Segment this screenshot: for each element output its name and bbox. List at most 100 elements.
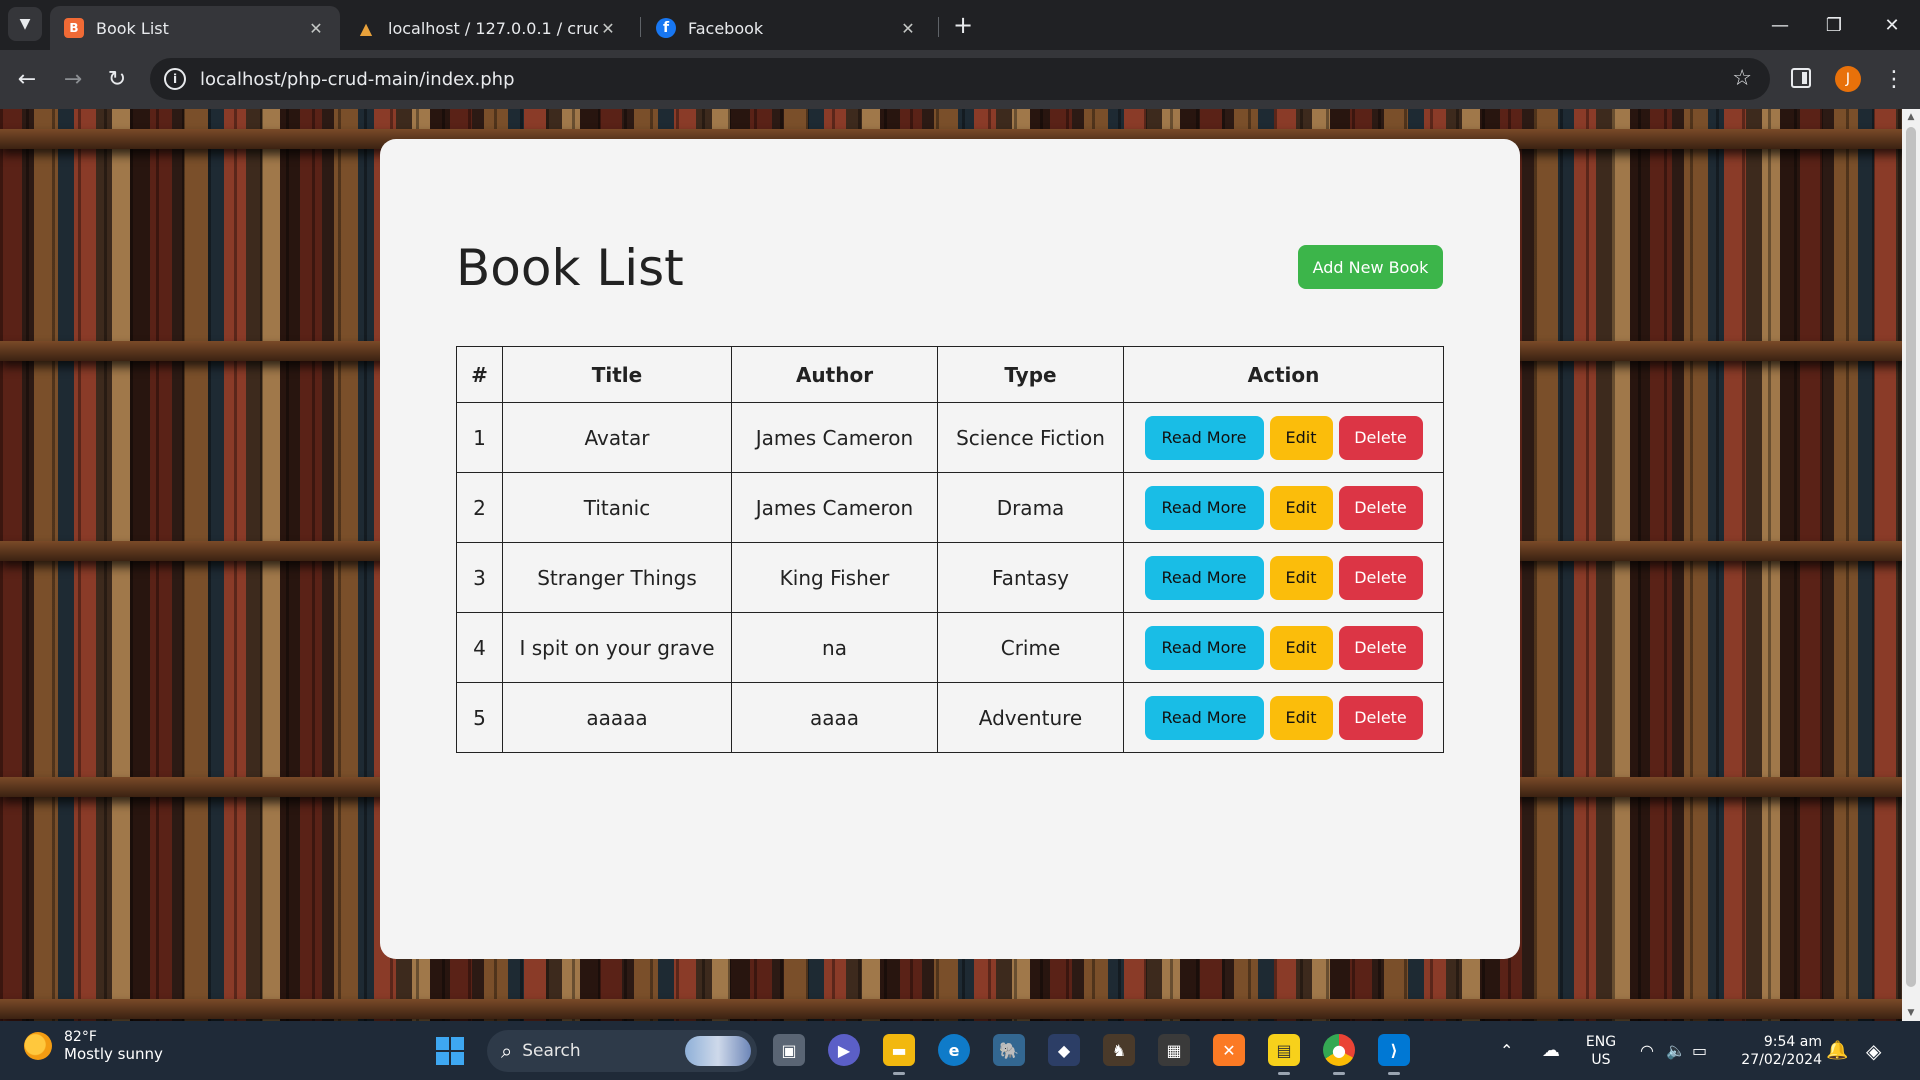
- back-button[interactable]: ←: [10, 62, 44, 96]
- sticky-notes-icon[interactable]: ▤: [1268, 1034, 1300, 1075]
- scroll-up-arrow-icon[interactable]: ▲: [1902, 112, 1920, 122]
- cell-type: Drama: [937, 472, 1124, 543]
- weather-widget[interactable]: 82°F Mostly sunny: [24, 1029, 163, 1063]
- tab-phpmyadmin[interactable]: ▲ localhost / 127.0.0.1 / crud / bo ✕: [342, 6, 632, 50]
- cell-actions: Read More Edit Delete: [1123, 402, 1444, 473]
- more-menu-icon[interactable]: ⋮: [1882, 62, 1906, 96]
- tab-book-list[interactable]: B Book List ✕: [50, 6, 340, 50]
- file-explorer-icon[interactable]: ▬: [883, 1034, 915, 1075]
- cell-title: I spit on your grave: [502, 612, 732, 683]
- delete-button[interactable]: Delete: [1338, 695, 1423, 740]
- search-placeholder: Search: [522, 1041, 581, 1061]
- read-more-button[interactable]: Read More: [1144, 415, 1264, 460]
- close-icon[interactable]: ✕: [898, 19, 918, 38]
- cell-title: Avatar: [502, 402, 732, 473]
- read-more-button[interactable]: Read More: [1144, 555, 1264, 600]
- cell-number: 4: [456, 612, 503, 683]
- notification-bell-icon[interactable]: 🔔: [1826, 1021, 1848, 1080]
- page-viewport: Book List Add New Book # Title Author Ty…: [0, 109, 1920, 1021]
- close-icon[interactable]: ✕: [306, 19, 326, 38]
- grid-app-icon[interactable]: ▦: [1158, 1034, 1190, 1066]
- read-more-button[interactable]: Read More: [1144, 625, 1264, 670]
- tab-facebook[interactable]: f Facebook ✕: [642, 6, 932, 50]
- sun-icon: [24, 1032, 52, 1060]
- edit-button[interactable]: Edit: [1269, 485, 1333, 530]
- search-highlight-art-icon: [685, 1036, 751, 1066]
- reload-button[interactable]: ↻: [100, 62, 134, 96]
- read-more-button[interactable]: Read More: [1144, 695, 1264, 740]
- read-more-button[interactable]: Read More: [1144, 485, 1264, 530]
- vscode-icon[interactable]: ⟩: [1378, 1034, 1410, 1075]
- tab-title: localhost / 127.0.0.1 / crud / bo: [388, 18, 598, 38]
- cell-actions: Read More Edit Delete: [1123, 612, 1444, 683]
- app-icon[interactable]: ◆: [1048, 1034, 1080, 1066]
- minimize-button[interactable]: —: [1752, 0, 1808, 50]
- edge-browser-icon[interactable]: e: [938, 1034, 970, 1066]
- language-indicator[interactable]: ENG US: [1584, 1033, 1618, 1069]
- clock-date: 27/02/2024: [1741, 1052, 1822, 1068]
- bookmark-star-icon[interactable]: ☆: [1732, 66, 1752, 91]
- forward-button[interactable]: →: [56, 62, 90, 96]
- keyboard-region: US: [1591, 1052, 1611, 1068]
- language-code: ENG: [1585, 1034, 1617, 1050]
- tray-overflow-chevron-icon[interactable]: ⌃: [1500, 1021, 1513, 1080]
- page-scrollbar[interactable]: ▲ ▼: [1902, 109, 1920, 1021]
- windows-start-icon[interactable]: [436, 1037, 464, 1065]
- chrome-icon[interactable]: ●: [1323, 1034, 1355, 1075]
- task-view-icon[interactable]: ▣: [773, 1034, 805, 1066]
- cell-author: na: [731, 612, 938, 683]
- table-header-row: # Title Author Type Action: [456, 346, 1444, 403]
- restore-button[interactable]: ❐: [1806, 0, 1862, 50]
- table-row: 1 Avatar James Cameron Science Fiction R…: [456, 402, 1444, 473]
- scroll-down-arrow-icon[interactable]: ▼: [1902, 1008, 1920, 1018]
- postgresql-icon[interactable]: 🐘: [993, 1034, 1025, 1066]
- edit-button[interactable]: Edit: [1269, 625, 1333, 670]
- wifi-icon[interactable]: ◠: [1640, 1021, 1654, 1080]
- reload-icon: ↻: [107, 66, 127, 92]
- codeigniter-favicon-icon: B: [64, 18, 84, 38]
- delete-button[interactable]: Delete: [1338, 415, 1423, 460]
- url-text[interactable]: localhost/php-crud-main/index.php: [200, 69, 515, 90]
- delete-button[interactable]: Delete: [1338, 555, 1423, 600]
- edit-button[interactable]: Edit: [1269, 415, 1333, 460]
- xampp-icon[interactable]: ✕: [1213, 1034, 1245, 1066]
- tab-separator: [640, 17, 641, 37]
- add-new-book-button[interactable]: Add New Book: [1298, 245, 1443, 289]
- search-icon: ⌕: [501, 1039, 513, 1063]
- side-panel-icon[interactable]: [1791, 68, 1811, 88]
- table-row: 4 I spit on your grave na Crime Read Mor…: [456, 612, 1444, 683]
- close-icon[interactable]: ✕: [598, 19, 618, 38]
- teams-chat-icon[interactable]: ▶: [828, 1034, 860, 1066]
- cell-author: aaaa: [731, 682, 938, 753]
- cell-title: Titanic: [502, 472, 732, 543]
- new-tab-button[interactable]: +: [948, 10, 978, 40]
- copilot-icon[interactable]: ◈: [1866, 1021, 1881, 1080]
- delete-button[interactable]: Delete: [1338, 485, 1423, 530]
- site-info-icon[interactable]: i: [164, 68, 186, 90]
- tab-strip: ▼ B Book List ✕ ▲ localhost / 127.0.0.1 …: [0, 0, 1920, 50]
- cell-title: aaaaa: [502, 682, 732, 753]
- onedrive-cloud-icon[interactable]: ☁: [1542, 1021, 1560, 1080]
- edit-button[interactable]: Edit: [1269, 555, 1333, 600]
- close-icon: ✕: [1884, 14, 1900, 36]
- system-clock[interactable]: 9:54 am 27/02/2024: [1730, 1033, 1822, 1069]
- scrollbar-thumb[interactable]: [1906, 127, 1916, 987]
- delete-button[interactable]: Delete: [1338, 625, 1423, 670]
- battery-icon[interactable]: ▭: [1692, 1021, 1707, 1080]
- address-bar[interactable]: i localhost/php-crud-main/index.php ☆: [150, 58, 1770, 100]
- cell-number: 3: [456, 542, 503, 613]
- game-app-icon[interactable]: ♞: [1103, 1034, 1135, 1066]
- cell-number: 2: [456, 472, 503, 543]
- background-shelf: [0, 999, 1920, 1019]
- tab-search-button[interactable]: ▼: [8, 7, 42, 41]
- edit-button[interactable]: Edit: [1269, 695, 1333, 740]
- restore-icon: ❐: [1825, 14, 1843, 36]
- volume-icon[interactable]: 🔈: [1666, 1021, 1686, 1080]
- profile-avatar[interactable]: J: [1835, 66, 1861, 92]
- close-window-button[interactable]: ✕: [1864, 0, 1920, 50]
- column-header-number: #: [456, 346, 503, 403]
- phpmyadmin-favicon-icon: ▲: [359, 18, 373, 38]
- taskbar-search-box[interactable]: ⌕ Search: [487, 1030, 757, 1072]
- arrow-left-icon: ←: [17, 66, 37, 92]
- minimize-icon: —: [1771, 14, 1789, 36]
